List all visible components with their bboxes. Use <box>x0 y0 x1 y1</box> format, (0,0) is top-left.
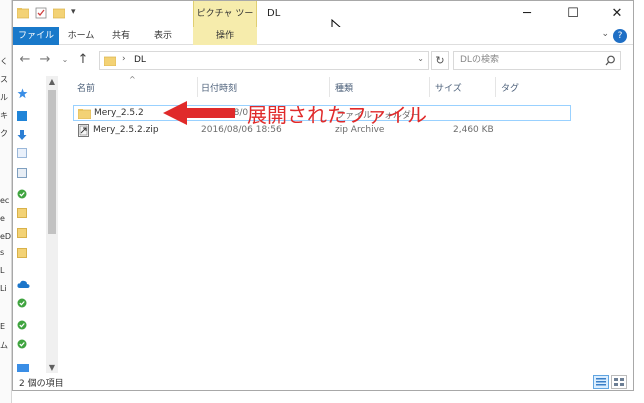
column-divider[interactable] <box>329 77 330 97</box>
properties-icon[interactable] <box>35 7 47 19</box>
computer-icon[interactable] <box>17 364 29 372</box>
edge-fragment: s <box>0 248 5 257</box>
folder-icon[interactable] <box>17 228 27 238</box>
status-bar: 2 個の項目 <box>13 373 633 390</box>
tab-view[interactable]: 表示 <box>145 27 181 45</box>
folder-icon[interactable] <box>17 248 27 258</box>
column-divider[interactable] <box>429 77 430 97</box>
edge-fragment: e <box>0 214 5 223</box>
navigation-scrollbar[interactable]: ▲ ▼ <box>46 76 58 373</box>
edge-fragment: ル <box>0 93 8 102</box>
pictures-icon[interactable] <box>17 168 27 178</box>
address-dropdown-icon[interactable]: ⌄ <box>417 54 424 63</box>
desktop-icon[interactable] <box>17 111 27 121</box>
close-button[interactable]: ✕ <box>603 5 631 23</box>
scroll-down-icon[interactable]: ▼ <box>46 363 58 372</box>
synced-folder-icon[interactable] <box>17 320 27 330</box>
folder-icon[interactable] <box>17 208 27 218</box>
annotation-text: 展開されたファイル <box>247 103 427 127</box>
column-header-date[interactable]: 日付時刻 <box>201 81 237 94</box>
edge-fragment: ク <box>0 129 8 138</box>
path-segment-dl[interactable]: DL <box>134 55 146 65</box>
large-icons-view-button[interactable] <box>611 375 627 389</box>
synced-folder-icon[interactable] <box>17 298 27 308</box>
folder-icon[interactable] <box>17 7 29 19</box>
address-row: ← → ⌄ ↑ › DL ⌄ ↻ DLの検索 <box>13 46 633 74</box>
zip-file-icon <box>78 124 89 137</box>
edge-fragment: ム <box>0 341 8 350</box>
edge-fragment: L <box>0 266 5 275</box>
search-input[interactable]: DLの検索 <box>453 51 621 70</box>
column-divider[interactable] <box>197 77 198 97</box>
column-header-tags[interactable]: タグ <box>501 81 519 94</box>
file-name: Mery_2.5.2 <box>94 108 144 118</box>
column-header-name[interactable]: 名前 <box>77 81 95 94</box>
tab-home[interactable]: ホーム <box>63 27 99 45</box>
new-folder-icon[interactable] <box>53 7 65 19</box>
column-divider[interactable] <box>495 77 496 97</box>
scroll-up-icon[interactable]: ▲ <box>46 77 58 86</box>
details-view-button[interactable] <box>593 375 609 389</box>
documents-icon[interactable] <box>17 148 27 158</box>
help-icon[interactable]: ? <box>613 29 627 43</box>
forward-arrow-icon[interactable]: → <box>37 51 53 69</box>
scrollbar-thumb[interactable] <box>48 90 56 234</box>
edge-fragment: キ <box>0 111 8 120</box>
edge-fragment: eD <box>0 232 12 241</box>
quick-access-dropdown-icon[interactable]: ▾ <box>71 7 76 17</box>
details-view-icon <box>596 378 606 386</box>
column-header-type[interactable]: 種類 <box>335 81 353 94</box>
quick-access-star-icon[interactable] <box>17 88 28 99</box>
item-count: 2 個の項目 <box>19 379 64 389</box>
download-icon[interactable] <box>17 130 27 140</box>
picture-tools-tab[interactable]: ピクチャ ツール <box>193 1 257 45</box>
maximize-button[interactable]: ☐ <box>559 5 587 23</box>
tab-share[interactable]: 共有 <box>105 27 137 45</box>
edge-fragment: ス <box>0 75 8 84</box>
minimize-button[interactable]: ─ <box>513 5 541 23</box>
edge-fragment: ec <box>0 196 10 205</box>
tab-manage[interactable]: 操作 <box>193 27 257 45</box>
file-name: Mery_2.5.2.zip <box>93 125 159 135</box>
column-header-size[interactable]: サイズ <box>435 81 462 94</box>
background-window-edge: く ス ル キ ク ec e eD s L Li E ム <box>0 0 12 403</box>
folder-icon <box>78 109 91 119</box>
large-icons-view-icon <box>614 378 624 386</box>
title-bar: ▾ ピクチャ ツール DL ─ ☐ ✕ <box>13 1 633 45</box>
edge-fragment: く <box>0 57 8 66</box>
file-size: 2,460 KB <box>453 125 494 135</box>
recent-locations-icon[interactable]: ⌄ <box>57 51 73 69</box>
ribbon-tabs: ファイル ホーム 共有 表示 操作 ⌄ ? <box>13 27 633 45</box>
tab-file[interactable]: ファイル <box>13 27 59 45</box>
annotation-arrow-icon <box>163 101 235 125</box>
synced-folder-icon[interactable] <box>17 189 27 199</box>
path-separator: › <box>122 54 126 64</box>
folder-icon <box>104 56 116 66</box>
back-arrow-icon[interactable]: ← <box>17 51 33 69</box>
edge-fragment: Li <box>0 284 7 293</box>
synced-folder-icon[interactable] <box>17 339 27 349</box>
up-arrow-icon[interactable]: ↑ <box>75 51 91 69</box>
address-bar[interactable]: › DL ⌄ <box>99 51 429 70</box>
search-icon[interactable] <box>605 55 616 66</box>
sort-ascending-icon: ^ <box>129 75 136 84</box>
refresh-icon[interactable]: ↻ <box>431 51 449 70</box>
ribbon-expand-icon[interactable]: ⌄ <box>601 29 609 39</box>
edge-fragment: E <box>0 322 6 331</box>
window-title: DL <box>267 8 281 19</box>
explorer-window: ▾ ピクチャ ツール DL ─ ☐ ✕ ファイル ホーム 共有 表示 操作 ⌄ … <box>12 0 634 391</box>
onedrive-icon[interactable] <box>17 279 30 289</box>
